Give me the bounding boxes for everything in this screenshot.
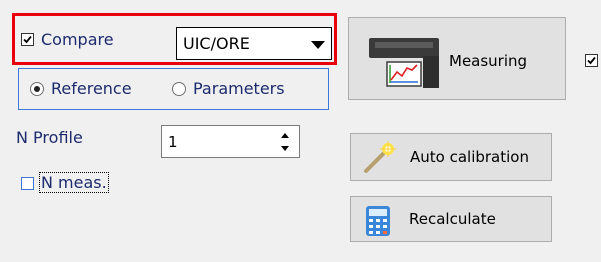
chevron-down-icon [311, 41, 325, 49]
compare-label: Compare [41, 30, 114, 49]
right-checkbox[interactable] [585, 54, 598, 67]
magic-wand-icon [364, 141, 396, 173]
compare-checkbox[interactable] [21, 33, 34, 46]
check-icon [587, 56, 596, 65]
standard-select-value: UIC/ORE [183, 34, 250, 53]
recalculate-button[interactable]: Recalculate [350, 196, 552, 242]
standard-select[interactable]: UIC/ORE [176, 27, 332, 60]
n-profile-spinner[interactable]: 1 [161, 125, 300, 158]
n-meas-checkbox[interactable] [21, 177, 34, 190]
reference-radio[interactable] [30, 82, 44, 96]
measuring-label: Measuring [449, 52, 528, 70]
reference-label: Reference [51, 79, 132, 98]
spin-down-icon[interactable] [281, 146, 289, 151]
spin-up-icon[interactable] [281, 133, 289, 138]
radio-selected-dot [34, 86, 40, 92]
recalculate-label: Recalculate [409, 210, 496, 228]
auto-calibration-label: Auto calibration [410, 148, 529, 166]
n-profile-label: N Profile [16, 128, 83, 147]
measuring-device-icon [369, 38, 439, 88]
parameters-label: Parameters [193, 79, 285, 98]
calculator-icon [366, 206, 390, 236]
measuring-button[interactable]: Measuring [348, 17, 566, 100]
check-icon [23, 35, 32, 44]
n-meas-label: N meas. [39, 172, 109, 193]
parameters-radio[interactable] [172, 82, 186, 96]
n-profile-value: 1 [168, 133, 178, 151]
auto-calibration-button[interactable]: Auto calibration [350, 133, 552, 181]
